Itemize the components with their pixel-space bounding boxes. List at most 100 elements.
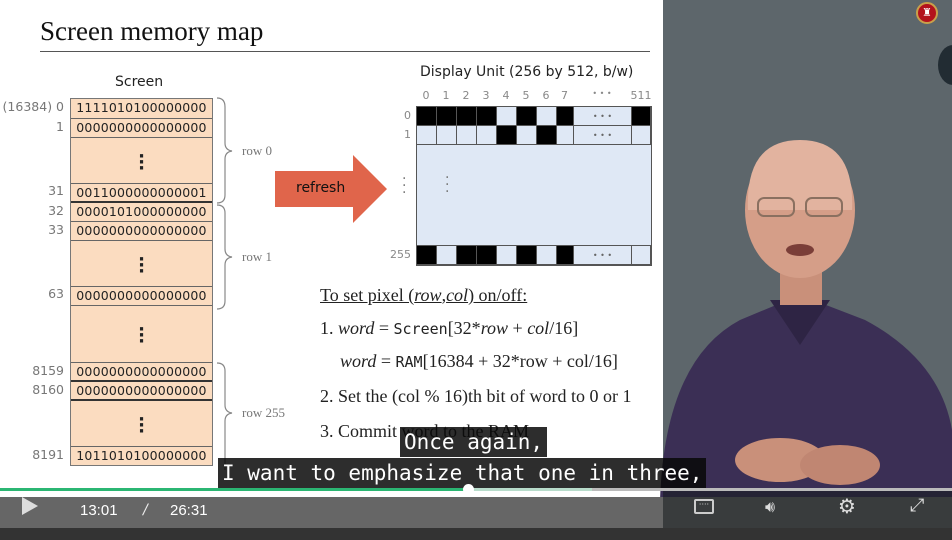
- instruction-step-1: 1. word = Screen[32*row + col/16]: [320, 318, 579, 338]
- pixel: [417, 246, 437, 265]
- pixel: [517, 246, 537, 265]
- pixel-ellipsis: • • •: [574, 246, 632, 265]
- address: 32: [48, 203, 64, 218]
- refresh-label: refresh: [296, 180, 346, 196]
- column-number: 3: [482, 89, 490, 102]
- settings-gear-icon[interactable]: ⚙: [838, 494, 856, 518]
- vertical-ellipsis: · · ·: [138, 146, 145, 179]
- row-number: 1: [404, 128, 411, 141]
- title-divider: [40, 51, 650, 52]
- pixel: [557, 246, 574, 265]
- pixel: [557, 107, 574, 126]
- slide-title: Screen memory map: [40, 16, 264, 46]
- captions-icon[interactable]: ····: [694, 499, 714, 514]
- pixel: [437, 126, 457, 145]
- column-number: 5: [522, 89, 530, 102]
- pixel: [477, 107, 497, 126]
- pixel: [537, 126, 557, 145]
- address: 8159: [32, 363, 64, 378]
- column-number: 4: [502, 89, 510, 102]
- subtitle-line: Once again,: [400, 427, 548, 457]
- current-time: 13:01: [80, 502, 118, 519]
- address: 33: [48, 222, 64, 237]
- progress-track[interactable]: [0, 484, 952, 495]
- memory-word: 0000000000000000: [71, 119, 212, 138]
- column-number: • • •: [592, 89, 612, 98]
- pixel: [632, 126, 651, 145]
- column-number: 0: [422, 89, 430, 102]
- pixel: [457, 107, 477, 126]
- address: 1: [56, 119, 64, 134]
- memory-word: 1111010100000000: [71, 99, 212, 119]
- address: 63: [48, 286, 64, 301]
- pixel-ellipsis: • • •: [574, 126, 632, 145]
- vertical-ellipsis: · · ·: [402, 171, 407, 201]
- channel-logo-icon: ♜: [916, 2, 938, 24]
- memory-word: 0000000000000000: [71, 222, 212, 241]
- duration: 26:31: [170, 502, 208, 519]
- row-label: row 1: [242, 249, 272, 264]
- pixel: [437, 107, 457, 126]
- pixel: [632, 107, 651, 126]
- address: 8160: [32, 382, 64, 397]
- memory-word: 0000000000000000: [71, 362, 212, 382]
- screen-memory-map: 1111010100000000 0000000000000000 · · · 00…: [70, 98, 213, 466]
- row-braces: [216, 97, 233, 470]
- time-separator: /: [143, 502, 148, 518]
- pixel: [477, 126, 497, 145]
- ram-keyword: RAM: [395, 353, 423, 371]
- column-number: 7: [561, 89, 568, 102]
- row-number: 0: [404, 109, 411, 122]
- play-icon[interactable]: [22, 497, 38, 515]
- vertical-ellipsis: · · ·: [138, 319, 145, 352]
- address: (16384) 0: [2, 99, 64, 114]
- memory-word: 0000000000000000: [71, 382, 212, 401]
- column-number: 6: [542, 89, 550, 102]
- ram-address-expression: [16384 + 32*row + col/16]: [422, 351, 618, 371]
- presenter-video: [660, 140, 952, 500]
- progress-played: [0, 488, 469, 491]
- pixel: [417, 107, 437, 126]
- memory-word: 0000000000000000: [71, 286, 212, 306]
- pixel: [632, 246, 651, 265]
- vertical-ellipsis: · · ·: [138, 409, 145, 442]
- row-label: row 255: [242, 405, 285, 420]
- memory-word: 0000101000000000: [71, 203, 212, 222]
- column-number: 1: [442, 89, 450, 102]
- memory-word: 1011010100000000: [71, 446, 212, 465]
- pixel: [417, 126, 437, 145]
- row-number: 255: [390, 248, 411, 261]
- row-label: row 0: [242, 143, 272, 158]
- instruction-step-2: 2. Set the (col % 16)th bit of word to 0…: [320, 386, 632, 406]
- side-widget: [938, 45, 952, 85]
- pixel: [457, 126, 477, 145]
- pixel: [537, 107, 557, 126]
- pixel: [457, 246, 477, 265]
- volume-icon[interactable]: 🔊︎: [765, 497, 775, 517]
- pixel: [517, 107, 537, 126]
- display-unit-grid: · · · • • • • • • • • •: [416, 106, 652, 266]
- screen-keyword: Screen: [393, 320, 448, 338]
- pixel: [497, 107, 517, 126]
- column-number: 2: [462, 89, 470, 102]
- address: 8191: [32, 447, 64, 462]
- memory-word: 0011000000000001: [71, 183, 212, 203]
- lecture-slide: Screen memory map Screen (16384) 0 1 31 …: [0, 0, 663, 497]
- subtitle-line: I want to emphasize that one in three,: [218, 458, 707, 488]
- display-unit-title: Display Unit (256 by 512, b/w): [420, 64, 634, 80]
- pixel-rows-collapsed: [417, 145, 651, 246]
- fullscreen-icon[interactable]: ⤢: [910, 495, 924, 516]
- instructions-heading: To set pixel (row,col) on/off:: [320, 285, 528, 305]
- screen-label: Screen: [115, 74, 164, 90]
- pixel: [557, 126, 574, 145]
- pixel: [497, 246, 517, 265]
- vertical-ellipsis: · · ·: [138, 249, 145, 282]
- pixel: [497, 126, 517, 145]
- pixel: [517, 126, 537, 145]
- pixel: [477, 246, 497, 265]
- pixel: [537, 246, 557, 265]
- address: 31: [48, 183, 64, 198]
- pixel: [437, 246, 457, 265]
- instruction-step-1b: word = RAM[16384 + 32*row + col/16]: [340, 351, 618, 371]
- column-number: 511: [630, 89, 652, 102]
